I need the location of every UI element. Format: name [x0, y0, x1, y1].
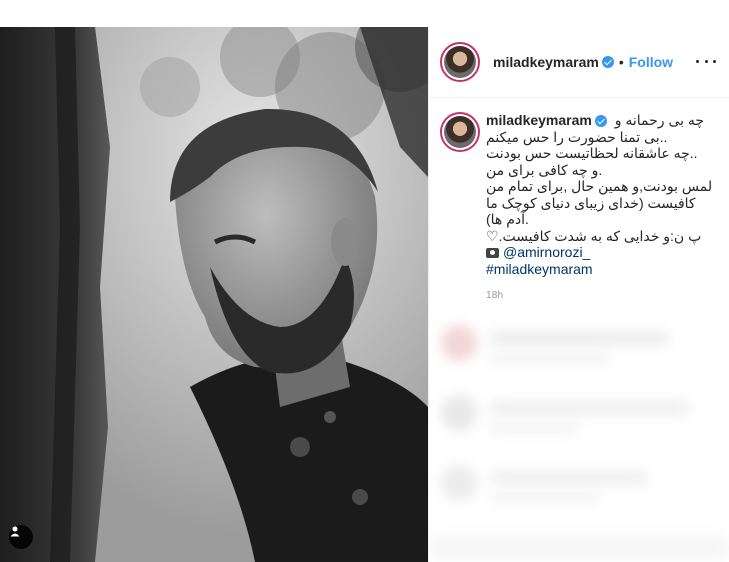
separator-dot: •: [618, 54, 624, 70]
verified-badge-icon: [594, 115, 607, 128]
user-tag-icon[interactable]: [9, 525, 33, 549]
post-header: miladkeymaram • Follow: [429, 27, 729, 98]
instagram-post: miladkeymaram • Follow miladkeymaram چه …: [0, 27, 729, 562]
more-options-icon[interactable]: [696, 53, 716, 69]
hashtag-link[interactable]: #miladkeymaram: [486, 261, 716, 278]
caption-text: miladkeymaram چه بی رحمانه و ..بی تمنا ح…: [486, 112, 716, 277]
portrait-illustration: [0, 27, 428, 562]
caption-author-username[interactable]: miladkeymaram: [486, 112, 592, 129]
post-photo[interactable]: [0, 27, 428, 562]
caption-line-3: ..چه عاشقانه لحظاتیست حس بودنت: [486, 145, 698, 161]
author-username[interactable]: miladkeymaram: [493, 54, 599, 70]
caption-line-7: .آدم ها): [486, 211, 529, 227]
post-timestamp[interactable]: 18h: [486, 290, 503, 301]
post-side-panel: miladkeymaram • Follow miladkeymaram چه …: [428, 27, 729, 562]
blurred-comments-area: [429, 305, 729, 562]
author-avatar[interactable]: [440, 42, 480, 82]
photo-credit-link[interactable]: @amirnorozi_: [503, 244, 590, 260]
caption-author-avatar[interactable]: [440, 112, 480, 152]
caption-line-4: .و چه کافی برای من: [486, 161, 603, 178]
caption-line-6: کافیست (خدای زیبای دنیای کوچک ما: [486, 194, 696, 211]
author-info: miladkeymaram • Follow: [493, 54, 673, 70]
caption-comment: miladkeymaram چه بی رحمانه و ..بی تمنا ح…: [429, 98, 729, 298]
caption-line-2: ..بی تمنا حضورت را حس میکنم: [486, 128, 668, 145]
caption-line-1: چه بی رحمانه و: [614, 112, 705, 128]
follow-button[interactable]: Follow: [629, 54, 673, 70]
verified-badge-icon: [601, 56, 614, 68]
camera-icon: [486, 248, 499, 258]
photo-credit: @amirnorozi_: [486, 244, 716, 261]
caption-line-8: پ ن:و خدایی که به شدت کافیست.♡: [486, 227, 702, 244]
caption-line-5: لمس بودنت,و همین حال ,برای تمام من: [486, 178, 713, 194]
